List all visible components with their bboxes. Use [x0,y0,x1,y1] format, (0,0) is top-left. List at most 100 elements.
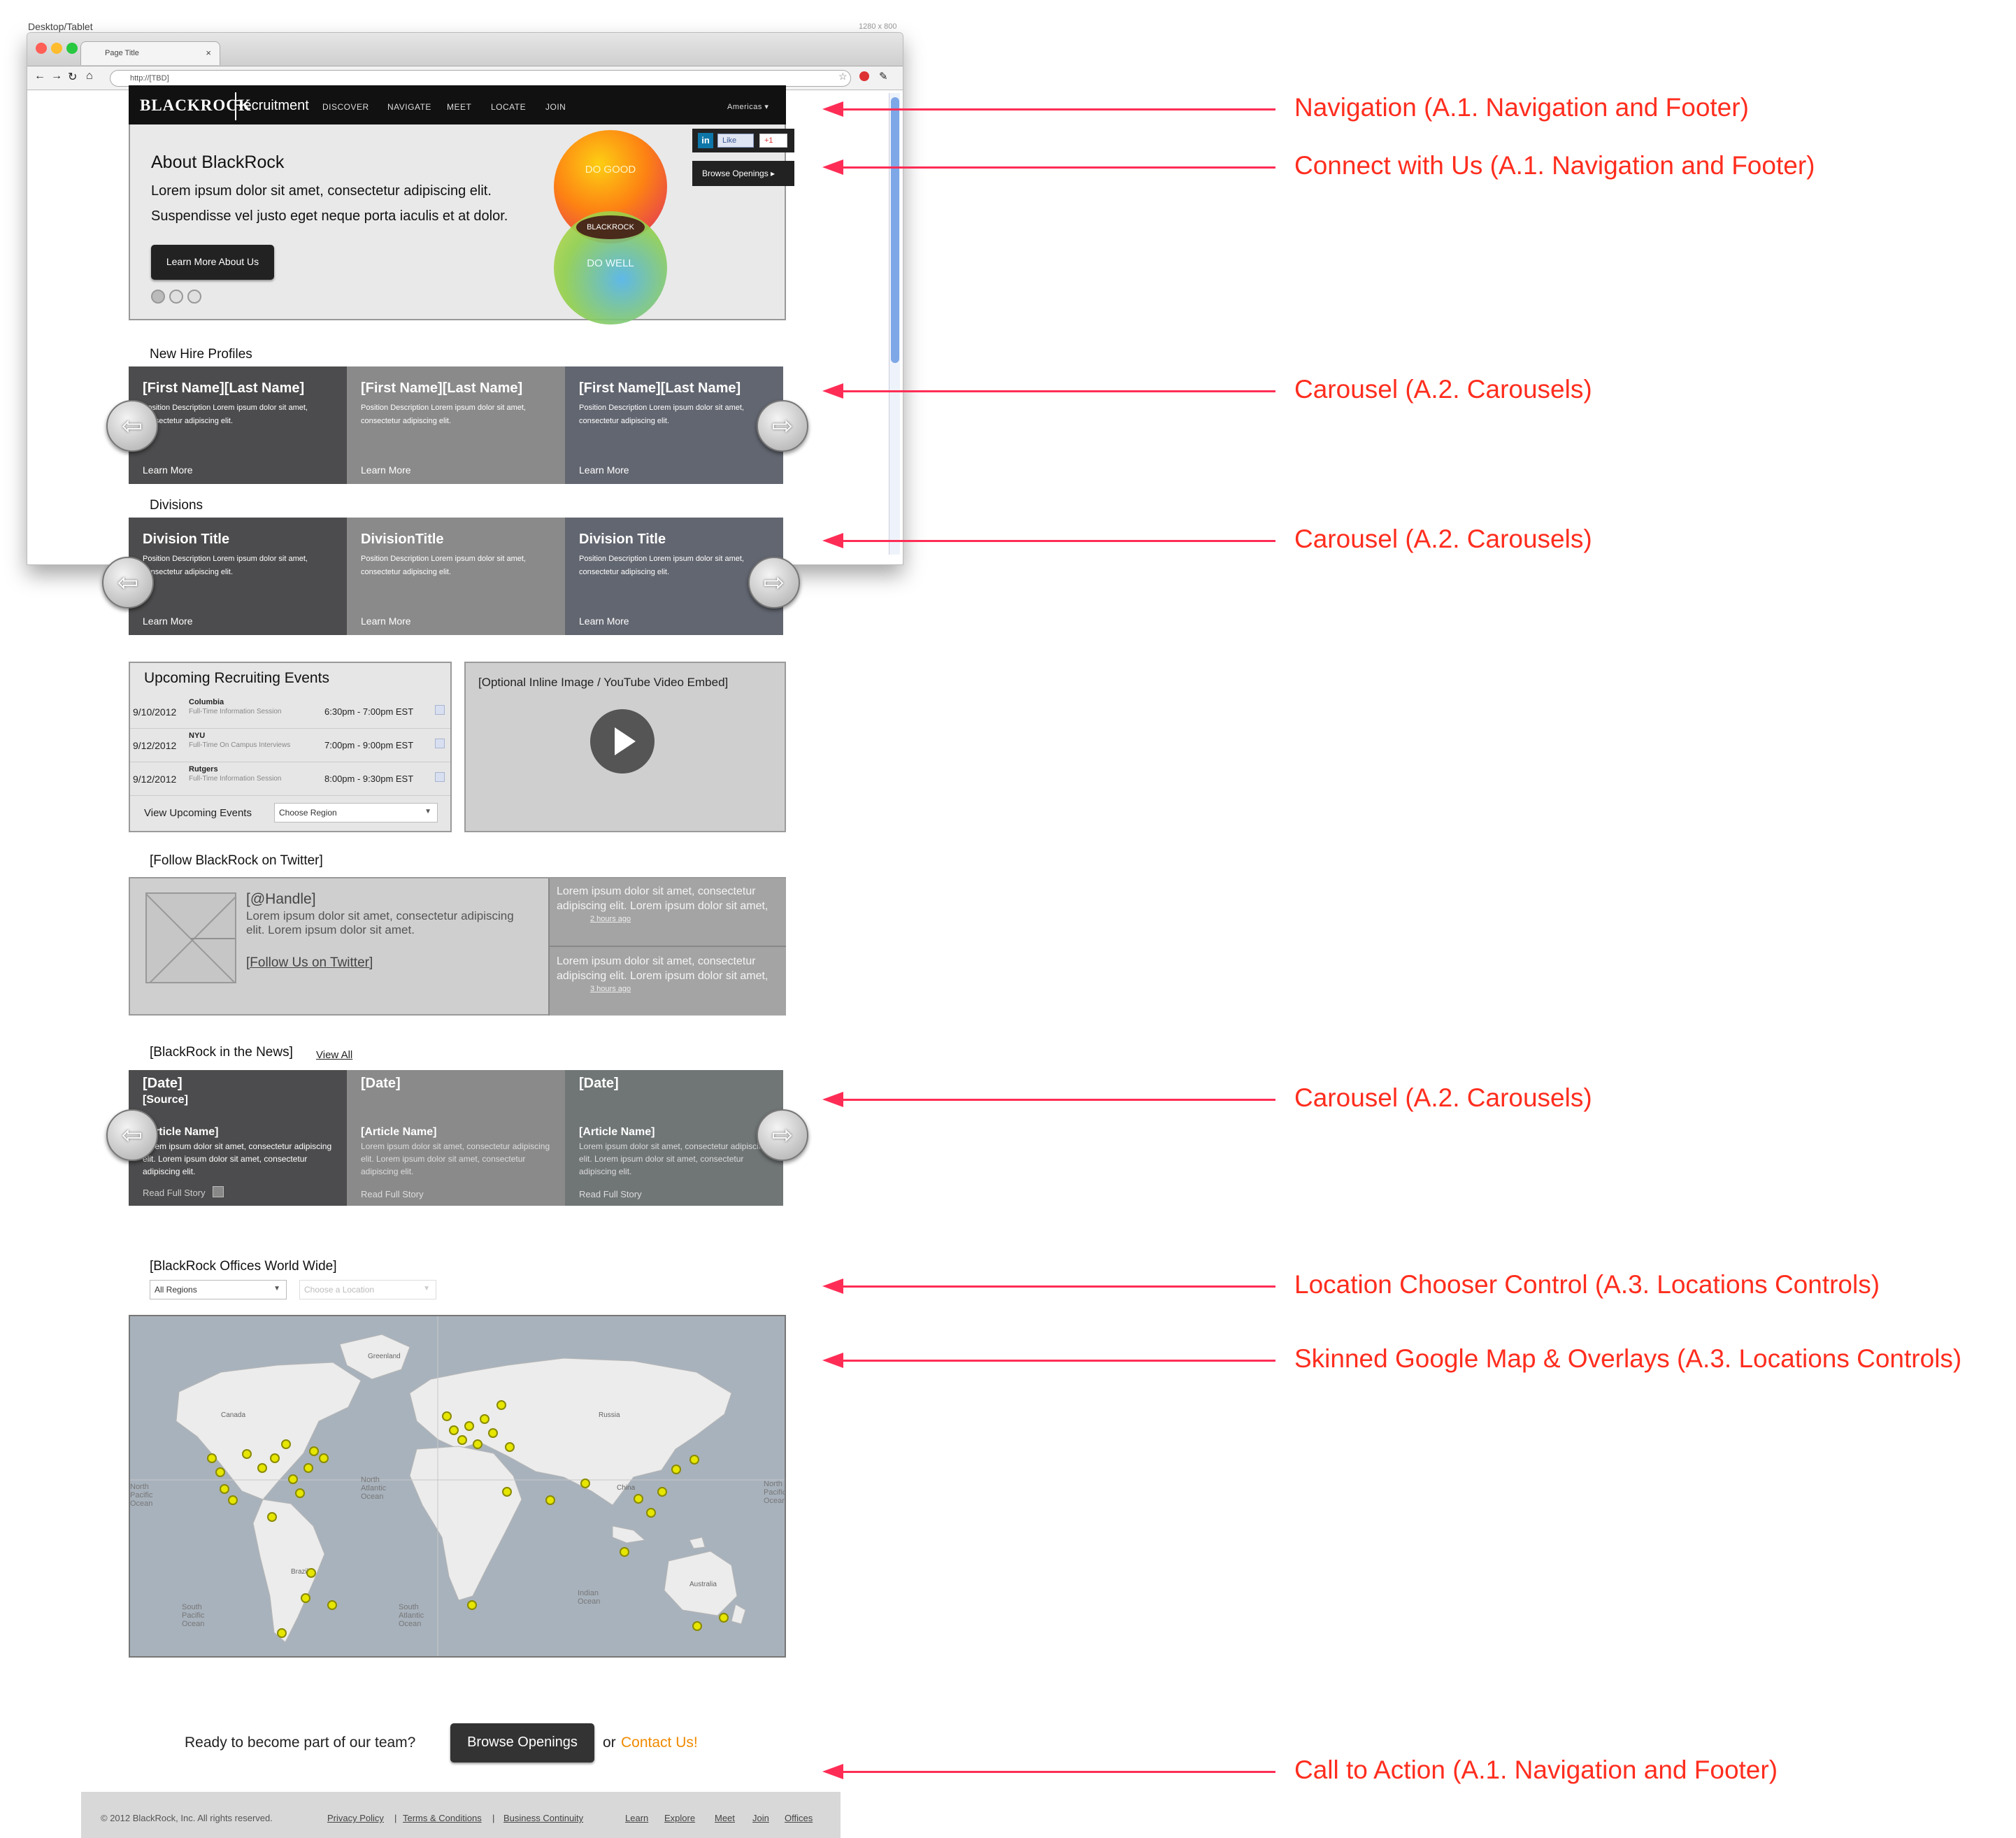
close-window-icon[interactable] [36,43,47,54]
office-pin[interactable] [267,1512,277,1522]
url-bar[interactable]: http://[TBD] [110,70,851,87]
division-learn-more[interactable]: Learn More [143,615,193,627]
nav-meet[interactable]: MEET [447,102,471,112]
division-card[interactable]: Division Title Position Description Lore… [129,518,347,635]
carousel-dot-2[interactable] [169,290,183,304]
play-button[interactable] [590,709,655,774]
twitter-handle[interactable]: [@Handle] [246,891,316,908]
tweet-item[interactable]: Lorem ipsum dolor sit amet, consectetur … [548,878,786,947]
profile-learn-more[interactable]: Learn More [361,464,411,476]
footer-link-explore[interactable]: Explore [664,1813,695,1823]
office-pin[interactable] [301,1593,310,1603]
read-full-story-link[interactable]: Read Full Story [361,1189,424,1199]
office-pin[interactable] [496,1400,506,1410]
google-plus-button[interactable]: +1 [759,134,787,148]
office-pin[interactable] [457,1435,467,1445]
calendar-icon[interactable] [435,705,445,715]
footer-privacy-link[interactable]: Privacy Policy [327,1813,384,1823]
external-link-icon[interactable] [213,1186,224,1197]
carousel-next-button[interactable]: ⇨ [748,557,800,608]
office-pin[interactable] [319,1453,329,1463]
office-pin[interactable] [288,1474,298,1484]
office-pin[interactable] [242,1449,252,1459]
office-pin[interactable] [303,1463,313,1473]
back-icon[interactable]: ← [34,70,45,83]
office-pin[interactable] [671,1465,681,1474]
facebook-like-button[interactable]: Like [717,134,754,148]
office-pin[interactable] [473,1439,482,1449]
carousel-dot-1[interactable] [151,290,165,304]
nav-navigate[interactable]: NAVIGATE [387,102,431,112]
footer-link-offices[interactable]: Offices [785,1813,813,1823]
scrollbar[interactable] [889,93,900,555]
footer-terms-link[interactable]: Terms & Conditions [403,1813,482,1823]
division-card[interactable]: DivisionTitle Position Description Lorem… [347,518,565,635]
footer-link-learn[interactable]: Learn [625,1813,648,1823]
profile-card[interactable]: [First Name][Last Name] Position Descrip… [347,366,565,484]
office-pin[interactable] [464,1421,474,1431]
carousel-prev-button[interactable]: ⇦ [106,400,158,452]
office-pin[interactable] [467,1600,477,1610]
read-full-story-link[interactable]: Read Full Story [143,1188,206,1198]
world-map[interactable]: North Pacific Ocean North Atlantic Ocean… [129,1315,786,1658]
bookmark-star-icon[interactable]: ☆ [838,71,848,83]
calendar-icon[interactable] [435,739,445,748]
office-pin[interactable] [719,1613,729,1623]
extension-icon[interactable] [859,71,869,81]
office-pin[interactable] [228,1495,238,1505]
browser-tab[interactable]: Page Title × [80,41,220,65]
office-pin[interactable] [657,1487,667,1497]
office-pin[interactable] [257,1463,267,1473]
news-card[interactable]: [Date] [Article Name] Lorem ipsum dolor … [347,1070,565,1206]
nav-join[interactable]: JOIN [545,102,566,112]
profile-card[interactable]: [First Name][Last Name] Position Descrip… [565,366,783,484]
news-card[interactable]: [Date] [Source] [Article Name] Lorem ips… [129,1070,347,1206]
wrench-icon[interactable]: ✎ [879,70,888,83]
office-pin[interactable] [442,1411,452,1421]
office-pin[interactable] [309,1446,319,1456]
office-pin[interactable] [327,1600,337,1610]
news-card[interactable]: [Date] [Article Name] Lorem ipsum dolor … [565,1070,783,1206]
carousel-prev-button[interactable]: ⇦ [106,1109,158,1161]
region-select[interactable]: Choose Region ▼ [274,803,438,822]
office-pin[interactable] [505,1442,515,1452]
forward-icon[interactable]: → [51,70,62,83]
office-pin[interactable] [488,1428,498,1438]
office-pin[interactable] [545,1495,555,1505]
footer-continuity-link[interactable]: Business Continuity [503,1813,583,1823]
event-row[interactable]: 9/12/2012 NYU Full-Time On Campus Interv… [130,729,450,762]
follow-us-link[interactable]: [Follow Us on Twitter] [246,955,373,971]
office-pin[interactable] [480,1414,489,1424]
office-pin[interactable] [689,1455,699,1465]
carousel-next-button[interactable]: ⇨ [757,1109,808,1161]
division-learn-more[interactable]: Learn More [579,615,629,627]
profile-learn-more[interactable]: Learn More [579,464,629,476]
maximize-window-icon[interactable] [66,43,78,54]
office-pin[interactable] [215,1467,225,1477]
nav-discover[interactable]: DISCOVER [322,102,369,112]
office-pin[interactable] [306,1568,316,1578]
office-pin[interactable] [207,1453,217,1463]
footer-link-join[interactable]: Join [752,1813,769,1823]
office-pin[interactable] [634,1494,643,1504]
tweet-time-link[interactable]: 3 hours ago [590,985,631,993]
video-embed[interactable]: [Optional Inline Image / YouTube Video E… [464,662,786,832]
profile-card[interactable]: [First Name][Last Name] Position Descrip… [129,366,347,484]
office-pin[interactable] [277,1628,287,1638]
office-pin[interactable] [580,1479,590,1488]
contact-us-link[interactable]: Contact Us! [621,1734,698,1751]
office-pin[interactable] [449,1425,459,1435]
office-pin[interactable] [646,1508,656,1518]
home-icon[interactable]: ⌂ [86,70,93,83]
footer-link-meet[interactable]: Meet [715,1813,735,1823]
calendar-icon[interactable] [435,772,445,782]
event-row[interactable]: 9/10/2012 Columbia Full-Time Information… [130,695,450,729]
close-tab-icon[interactable]: × [206,48,211,58]
nav-locate[interactable]: LOCATE [491,102,526,112]
division-learn-more[interactable]: Learn More [361,615,411,627]
office-pin[interactable] [270,1453,280,1463]
region-selector[interactable]: Americas ▾ [727,102,768,111]
view-all-link[interactable]: View All [316,1049,352,1061]
profile-learn-more[interactable]: Learn More [143,464,193,476]
office-pin[interactable] [620,1547,629,1557]
